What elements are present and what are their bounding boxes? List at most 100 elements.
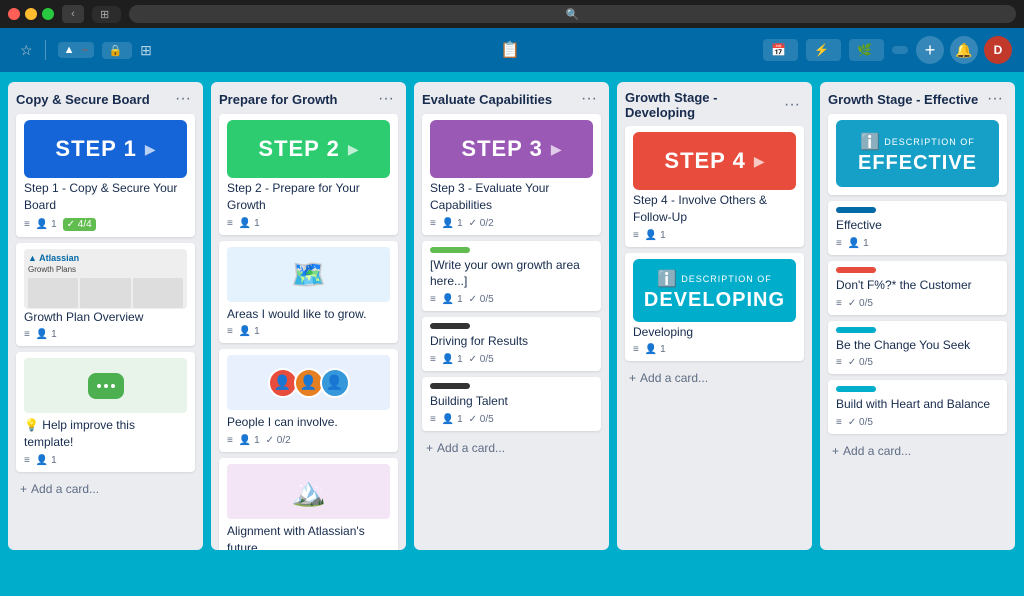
flash-icon: ⚡ (814, 43, 829, 57)
notifications-button[interactable]: 🔔 (950, 36, 978, 64)
private-badge[interactable]: 🔒 (102, 42, 132, 59)
menu-icon-small: ≡ (430, 414, 436, 425)
description-label: Description of (681, 274, 772, 284)
card-title: Areas I would like to grow. (227, 306, 390, 323)
growthboard-button[interactable]: ⚡ (806, 39, 841, 61)
card-title: Step 3 - Evaluate Your Capabilities (430, 180, 593, 214)
card-meta: ≡ 👤 1 (836, 238, 999, 249)
person-icon: 👤 1 (239, 218, 260, 229)
back-button[interactable]: ‹ (62, 5, 84, 23)
search-icon: 🔍 (566, 8, 580, 21)
column-menu-button[interactable]: ··· (171, 90, 195, 108)
play-icon: ▶ (348, 141, 359, 158)
column-menu-button[interactable]: ··· (780, 96, 804, 114)
label-bar (836, 386, 876, 392)
play-icon: ▶ (754, 153, 765, 170)
minimize-button[interactable] (25, 8, 37, 20)
growth-plan-image: ▲ Atlassian Growth Plans (24, 249, 187, 309)
effective-card-image: ℹ️ Description of EFFECTIVE (836, 120, 999, 187)
card-c14[interactable]: ℹ️ Description of EFFECTIVE (828, 114, 1007, 195)
add-card-button[interactable]: +Add a card... (16, 478, 195, 500)
card-c7[interactable]: 🏔️ Alignment with Atlassian's future. ≡ … (219, 458, 398, 550)
card-title: Don't F%?* the Customer (836, 277, 999, 294)
add-button[interactable]: + (916, 36, 944, 64)
column-title: Prepare for Growth (219, 92, 374, 107)
developing-card-image: ℹ️ Description of DEVELOPING (633, 259, 796, 322)
card-title: Step 2 - Prepare for Your Growth (227, 180, 390, 214)
column-menu-button[interactable]: ··· (374, 90, 398, 108)
plus-icon: + (629, 371, 636, 385)
card-title: Effective (836, 217, 999, 234)
card-c11[interactable]: Building Talent ≡ 👤 1 ✓ 0/5 (422, 377, 601, 431)
person-icon: 👤 1 (36, 329, 57, 340)
checklist-badge: ✓ 0/5 (469, 414, 494, 425)
column-col3: Evaluate Capabilities··· STEP 3 ▶ Step 3… (414, 82, 609, 550)
atlassian-badge[interactable]: ▲ (58, 42, 95, 58)
person-icon: 👤 1 (645, 344, 666, 355)
card-meta: ≡ 👤 1 (633, 230, 796, 241)
card-c9[interactable]: [Write your own growth area here...] ≡ 👤… (422, 241, 601, 312)
star-icon[interactable]: ☆ (20, 42, 33, 59)
column-header: Growth Stage - Effective··· (828, 90, 1007, 108)
menu-icon-small: ≡ (227, 218, 233, 229)
menu-icon-small: ≡ (430, 218, 436, 229)
add-card-label: Add a card... (31, 482, 99, 496)
card-c6[interactable]: 👤 👤 👤 People I can involve. ≡ 👤 1 ✓ 0/2 (219, 349, 398, 452)
card-c15[interactable]: Effective ≡ 👤 1 (828, 201, 1007, 255)
card-c10[interactable]: Driving for Results ≡ 👤 1 ✓ 0/5 (422, 317, 601, 371)
column-header: Evaluate Capabilities··· (422, 90, 601, 108)
card-c4[interactable]: STEP 2 ▶ Step 2 - Prepare for Your Growt… (219, 114, 398, 235)
card-title: [Write your own growth area here...] (430, 257, 593, 291)
map-image: 🗺️ (227, 247, 390, 302)
checklist-badge: ✓ 0/5 (848, 417, 873, 428)
menu-icon-small: ≡ (633, 230, 639, 241)
card-c12[interactable]: STEP 4 ▶ Step 4 - Involve Others & Follo… (625, 126, 804, 247)
menu-icon-small: ≡ (836, 417, 842, 428)
menu-icon-small: ≡ (633, 344, 639, 355)
header-right: 📅 ⚡ 🌿 + 🔔 D (763, 36, 1012, 64)
menu-icon-small: ≡ (836, 238, 842, 249)
column-header: Prepare for Growth··· (219, 90, 398, 108)
add-card-button[interactable]: +Add a card... (828, 440, 1007, 462)
add-card-button[interactable]: +Add a card... (625, 367, 804, 389)
card-title: Developing (633, 324, 796, 341)
column-menu-button[interactable]: ··· (983, 90, 1007, 108)
menu-icon-small: ≡ (836, 357, 842, 368)
menu-icon-small: ≡ (430, 294, 436, 305)
calendar-button[interactable]: 📅 (763, 39, 798, 61)
card-title: Building Talent (430, 393, 593, 410)
board-area: Copy & Secure Board··· STEP 1 ▶ Step 1 -… (0, 72, 1024, 560)
person-icon: 👤 1 (442, 354, 463, 365)
arrow-icon: 🏔️ (291, 475, 326, 508)
calendar-icon: 📅 (771, 43, 786, 57)
step-text: STEP 4 (664, 148, 745, 174)
card-c13[interactable]: ℹ️ Description of DEVELOPING Developing … (625, 253, 804, 362)
card-c1[interactable]: STEP 1 ▶ Step 1 - Copy & Secure Your Boa… (16, 114, 195, 237)
step-banner: STEP 2 ▶ (227, 120, 390, 178)
card-title: Alignment with Atlassian's future. (227, 523, 390, 550)
card-c18[interactable]: Build with Heart and Balance ≡ ✓ 0/5 (828, 380, 1007, 434)
person-icon: 👤 1 (442, 218, 463, 229)
lock-icon: 🔒 (108, 44, 122, 57)
checklist-badge: ✓ 0/2 (266, 435, 291, 446)
card-title: Driving for Results (430, 333, 593, 350)
title-bar: ‹ ⊞ 🔍 (0, 0, 1024, 28)
card-c17[interactable]: Be the Change You Seek ≡ ✓ 0/5 (828, 321, 1007, 375)
arrow-image: 🏔️ (227, 464, 390, 519)
add-card-button[interactable]: +Add a card... (422, 437, 601, 459)
close-button[interactable] (8, 8, 20, 20)
avatar[interactable]: D (984, 36, 1012, 64)
maximize-button[interactable] (42, 8, 54, 20)
tree-icon: 🌿 (857, 43, 872, 57)
card-c5[interactable]: 🗺️ Areas I would like to grow. ≡ 👤 1 (219, 241, 398, 344)
card-c3[interactable]: 💡 Help improve this template! ≡ 👤 1 (16, 352, 195, 472)
treeview-button[interactable]: 🌿 (849, 39, 884, 61)
person-icon: 👤 1 (442, 414, 463, 425)
column-menu-button[interactable]: ··· (577, 90, 601, 108)
card-c2[interactable]: ▲ Atlassian Growth Plans Growth Plan Ove… (16, 243, 195, 347)
address-bar[interactable]: 🔍 (129, 5, 1016, 23)
card-c16[interactable]: Don't F%?* the Customer ≡ ✓ 0/5 (828, 261, 1007, 315)
show-menu-button[interactable] (892, 46, 908, 54)
checklist-badge: ✓ 0/5 (469, 294, 494, 305)
card-c8[interactable]: STEP 3 ▶ Step 3 - Evaluate Your Capabili… (422, 114, 601, 235)
